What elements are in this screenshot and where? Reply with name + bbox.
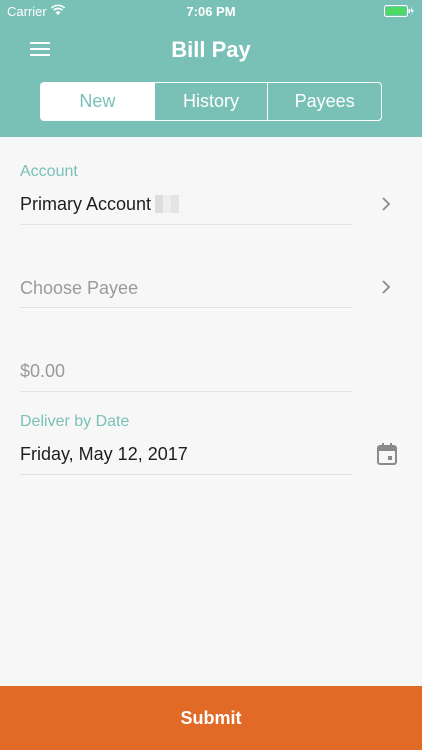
masked-account-number [155, 195, 180, 213]
tab-history[interactable]: History [153, 83, 268, 120]
amount-field-divider [20, 391, 352, 392]
submit-button[interactable]: Submit [0, 686, 422, 750]
chevron-right-icon[interactable] [380, 196, 392, 212]
calendar-icon[interactable] [377, 443, 397, 465]
amount-field[interactable]: $0.00 [20, 361, 65, 382]
deliver-by-label: Deliver by Date [20, 413, 130, 430]
account-name: Primary Account [20, 194, 152, 214]
status-bar: Carrier 7:06 PM [0, 0, 422, 22]
tab-new[interactable]: New [41, 83, 154, 120]
battery-icon [384, 5, 414, 17]
tab-payees[interactable]: Payees [267, 83, 381, 120]
chevron-right-icon[interactable] [380, 279, 392, 295]
header-bar: Carrier 7:06 PM Bill Pay New History Pay… [0, 0, 422, 137]
choose-payee-field[interactable]: Choose Payee [20, 278, 138, 299]
deliver-by-date-field[interactable]: Friday, May 12, 2017 [20, 444, 188, 465]
page-title: Bill Pay [171, 37, 251, 62]
payee-field-divider [20, 307, 352, 308]
account-field-divider [20, 224, 352, 225]
deliver-field-divider [20, 474, 352, 475]
account-value[interactable]: Primary Account [20, 194, 180, 215]
status-time: 7:06 PM [186, 4, 236, 19]
account-label: Account [20, 163, 78, 180]
segmented-control: New History Payees [40, 82, 382, 121]
